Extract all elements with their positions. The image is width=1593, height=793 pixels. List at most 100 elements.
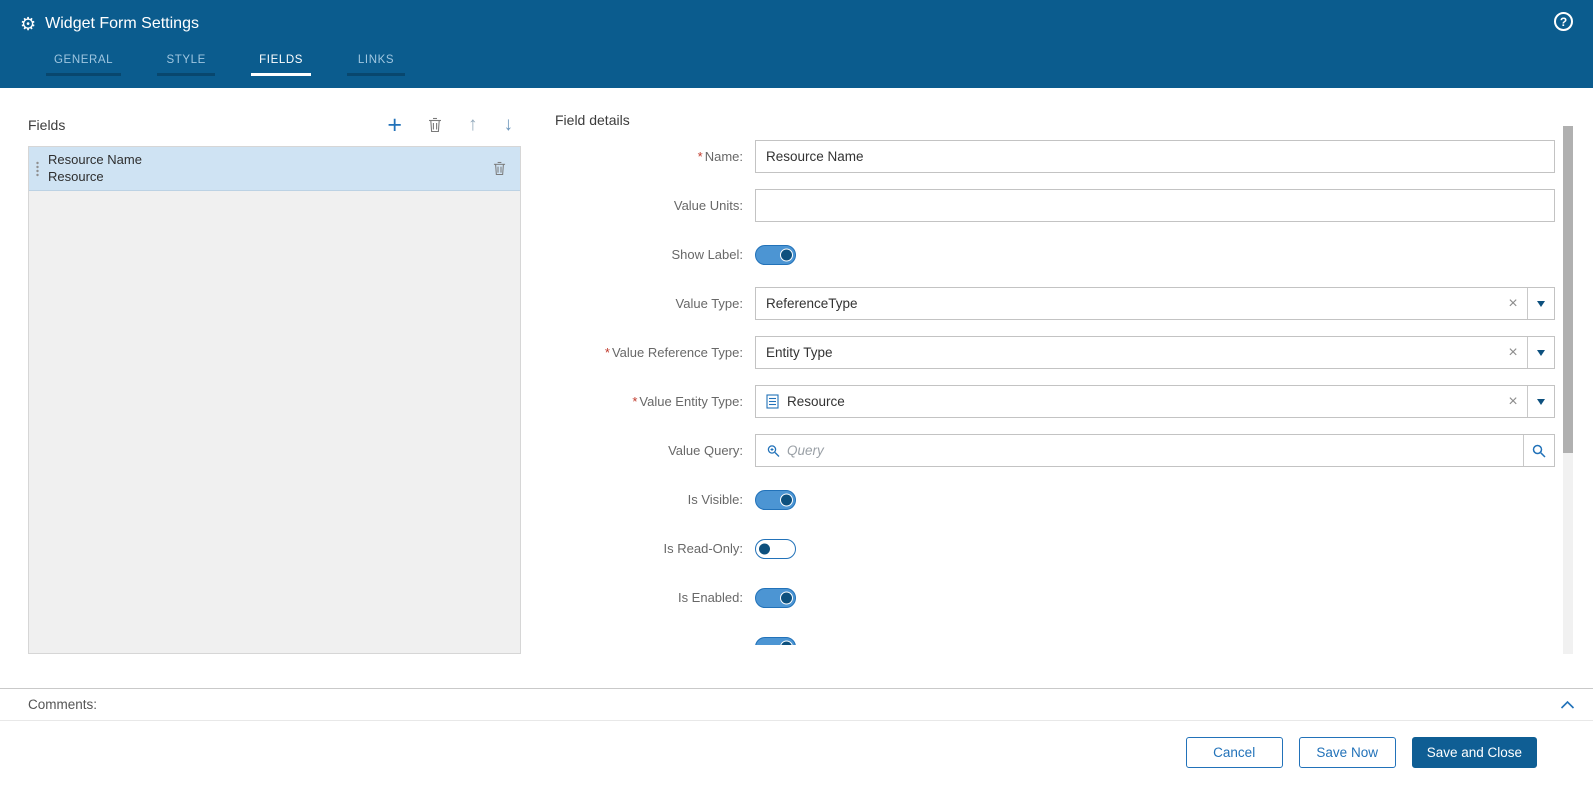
add-field-button[interactable]: + (387, 116, 402, 134)
query-icon (756, 435, 787, 466)
clear-icon[interactable]: × (1499, 288, 1527, 319)
dropdown-button[interactable] (1527, 386, 1554, 417)
comments-label: Comments: (28, 697, 97, 712)
show-label-label: Show Label: (555, 247, 755, 262)
search-icon (1531, 443, 1547, 459)
trash-icon (428, 117, 442, 133)
titlebar: ⚙ Widget Form Settings ? GENERAL STYLE F… (0, 0, 1593, 88)
value-reference-type-combobox[interactable]: Entity Type × (755, 336, 1555, 369)
entity-icon (766, 394, 779, 409)
value-units-label: Value Units: (555, 198, 755, 213)
move-up-button[interactable]: ↑ (468, 114, 478, 136)
fields-list: Resource Name Resource (28, 146, 521, 654)
value-units-row: Value Units: (555, 189, 1555, 222)
is-read-only-label: Is Read-Only: (555, 541, 755, 556)
help-icon[interactable]: ? (1554, 12, 1573, 31)
cancel-button[interactable]: Cancel (1186, 737, 1283, 768)
value-type-value: ReferenceType (756, 288, 1499, 319)
value-query-input[interactable] (787, 435, 1523, 466)
drag-handle-icon[interactable] (35, 161, 40, 177)
dropdown-button[interactable] (1527, 337, 1554, 368)
clear-icon[interactable]: × (1499, 386, 1527, 417)
value-type-combobox[interactable]: ReferenceType × (755, 287, 1555, 320)
field-details-body: *Name: Value Units: Show Label: (555, 140, 1573, 688)
tab-links[interactable]: LINKS (347, 49, 405, 76)
toggle-knob (780, 248, 793, 261)
comments-collapse-button[interactable] (1560, 700, 1575, 710)
is-visible-row: Is Visible: (555, 483, 1555, 516)
value-units-input[interactable] (755, 189, 1555, 222)
show-label-toggle[interactable] (755, 245, 796, 265)
tab-style[interactable]: STYLE (157, 49, 215, 76)
value-entity-type-value: Resource (756, 386, 1499, 417)
is-enabled-row: Is Enabled: (555, 581, 1555, 614)
move-down-button[interactable]: ↓ (504, 114, 514, 136)
toggle-knob (780, 493, 793, 506)
field-item-type: Resource (48, 169, 493, 185)
toggle-knob (780, 591, 793, 604)
field-details-title: Field details (555, 112, 1573, 128)
chevron-down-icon (1537, 350, 1545, 356)
fields-toolbar: + ↑ ↓ (387, 114, 513, 136)
comments-bar: Comments: (0, 688, 1593, 721)
toggle-knob (780, 640, 793, 645)
required-asterisk: * (698, 149, 703, 164)
name-row: *Name: (555, 140, 1555, 173)
value-type-label: Value Type: (555, 296, 755, 311)
query-search-button[interactable] (1523, 435, 1554, 466)
is-visible-toggle[interactable] (755, 490, 796, 510)
is-enabled-toggle[interactable] (755, 588, 796, 608)
title-row: ⚙ Widget Form Settings (20, 11, 1593, 37)
required-asterisk: * (605, 345, 610, 360)
value-reference-type-value: Entity Type (756, 337, 1499, 368)
field-details-panel: Field details *Name: Value Units: Show L… (555, 112, 1573, 688)
fields-panel-title: Fields (28, 117, 65, 133)
toggle-knob (758, 542, 771, 555)
item-delete-button[interactable] (493, 161, 506, 176)
vertical-scrollbar[interactable] (1563, 126, 1573, 654)
is-visible-label: Is Visible: (555, 492, 755, 507)
name-input[interactable] (755, 140, 1555, 173)
field-details-form: *Name: Value Units: Show Label: (555, 140, 1555, 645)
tab-general[interactable]: GENERAL (46, 49, 121, 76)
tab-bar: GENERAL STYLE FIELDS LINKS (46, 49, 1593, 76)
main-content: Fields + ↑ ↓ (0, 88, 1593, 688)
value-entity-type-label: *Value Entity Type: (555, 394, 755, 409)
scrollbar-thumb[interactable] (1563, 126, 1573, 453)
clipped-row (555, 630, 1555, 645)
value-reference-type-row: *Value Reference Type: Entity Type × (555, 336, 1555, 369)
name-label: *Name: (555, 149, 755, 164)
is-enabled-label: Is Enabled: (555, 590, 755, 605)
fields-panel-header: Fields + ↑ ↓ (28, 112, 521, 138)
dropdown-button[interactable] (1527, 288, 1554, 319)
field-item-name: Resource Name (48, 152, 493, 168)
required-asterisk: * (632, 394, 637, 409)
value-entity-type-row: *Value Entity Type: Resource × (555, 385, 1555, 418)
show-label-row: Show Label: (555, 238, 1555, 271)
field-item-text: Resource Name Resource (48, 152, 493, 184)
value-entity-type-combobox[interactable]: Resource × (755, 385, 1555, 418)
value-query-label: Value Query: (555, 443, 755, 458)
delete-field-button[interactable] (428, 117, 442, 133)
gear-icon: ⚙ (20, 15, 36, 33)
tab-fields[interactable]: FIELDS (251, 49, 311, 76)
save-and-close-button[interactable]: Save and Close (1412, 737, 1537, 768)
footer: Cancel Save Now Save and Close (0, 721, 1593, 793)
dialog-title: Widget Form Settings (45, 15, 199, 33)
value-type-row: Value Type: ReferenceType × (555, 287, 1555, 320)
widget-form-settings-dialog: ⚙ Widget Form Settings ? GENERAL STYLE F… (0, 0, 1593, 793)
value-query-row: Value Query: (555, 434, 1555, 467)
value-reference-type-label: *Value Reference Type: (555, 345, 755, 360)
chevron-down-icon (1537, 301, 1545, 307)
is-read-only-row: Is Read-Only: (555, 532, 1555, 565)
fields-panel: Fields + ↑ ↓ (28, 112, 521, 688)
clipped-toggle[interactable] (755, 637, 796, 646)
is-read-only-toggle[interactable] (755, 539, 796, 559)
chevron-up-icon (1560, 700, 1575, 710)
clear-icon[interactable]: × (1499, 337, 1527, 368)
chevron-down-icon (1537, 399, 1545, 405)
field-list-item[interactable]: Resource Name Resource (29, 147, 520, 191)
trash-icon (493, 161, 506, 176)
save-now-button[interactable]: Save Now (1299, 737, 1396, 768)
value-query-box (755, 434, 1555, 467)
